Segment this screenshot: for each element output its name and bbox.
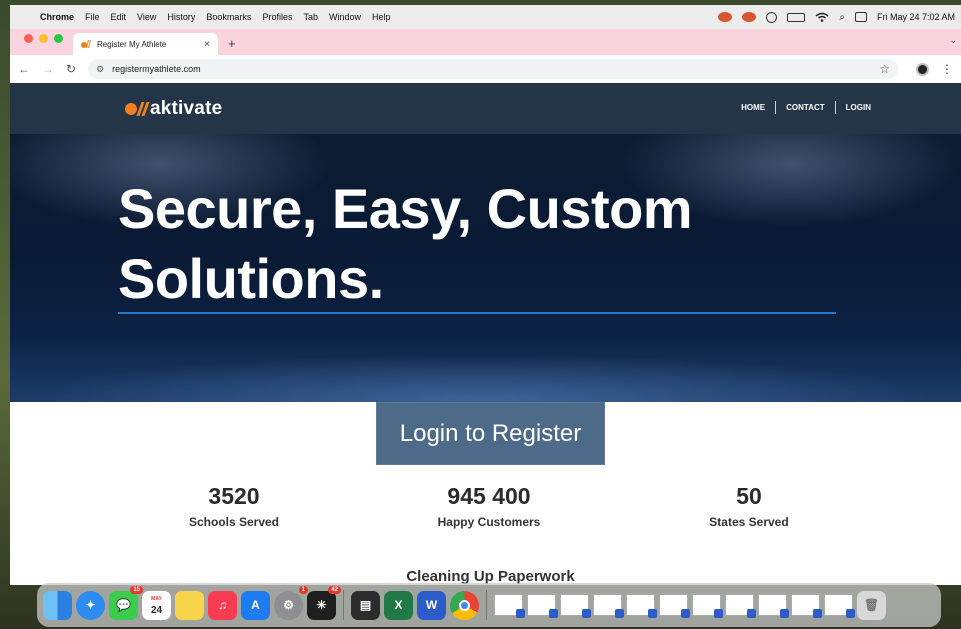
- wifi-icon[interactable]: [815, 12, 829, 22]
- document-icon[interactable]: [824, 594, 855, 618]
- battery-icon[interactable]: [787, 12, 806, 22]
- system-settings-icon[interactable]: ⚙ 1: [274, 585, 308, 620]
- site-settings-icon[interactable]: ⚙: [96, 64, 104, 75]
- site-header: aktivate HOME CONTACT LOGIN: [10, 83, 961, 134]
- bookmark-star-icon[interactable]: ☆: [879, 62, 890, 76]
- dock-divider: [343, 590, 344, 620]
- music-icon[interactable]: ♫: [208, 590, 237, 620]
- logo-text: aktivate: [150, 98, 223, 119]
- calendar-day: 24: [150, 605, 163, 616]
- menu-tab[interactable]: Tab: [303, 12, 318, 22]
- status-app-icon[interactable]: [718, 12, 733, 22]
- trash-icon[interactable]: 🗑: [857, 590, 886, 620]
- menu-file[interactable]: File: [85, 12, 100, 22]
- dock-divider: [486, 590, 487, 620]
- hero-title: Secure, Easy, Custom Solutions.: [118, 177, 693, 310]
- stat-customers: 945 400 Happy Customers: [389, 483, 589, 529]
- browser-window: Register My Athlete × + ⌄ ← → ↻ ⚙ regist…: [10, 29, 961, 585]
- menu-view[interactable]: View: [137, 12, 156, 22]
- login-to-register-button[interactable]: Login to Register: [376, 402, 605, 465]
- word-icon[interactable]: W: [417, 590, 446, 620]
- menu-bookmarks[interactable]: Bookmarks: [206, 12, 251, 22]
- stat-schools: 3520 Schools Served: [134, 483, 334, 529]
- forward-icon[interactable]: →: [42, 62, 54, 76]
- tab-close-icon[interactable]: ×: [204, 39, 210, 50]
- settings-badge: 1: [298, 585, 308, 594]
- chrome-menu-icon[interactable]: ⋮: [941, 62, 953, 76]
- address-bar[interactable]: ⚙ registermyathlete.com ☆: [88, 59, 898, 79]
- document-icon[interactable]: [494, 594, 525, 618]
- menu-profiles[interactable]: Profiles: [262, 12, 292, 22]
- mac-menu-bar: Chrome File Edit View History Bookmarks …: [10, 5, 961, 29]
- app-store-icon[interactable]: A: [241, 590, 270, 620]
- new-tab-button[interactable]: +: [228, 36, 236, 51]
- nav-home[interactable]: HOME: [741, 103, 765, 112]
- perplexity-badge: 42: [328, 585, 341, 594]
- tab-register-my-athlete[interactable]: Register My Athlete ×: [73, 33, 218, 55]
- zoom-window-button[interactable]: [54, 33, 63, 43]
- control-center-icon[interactable]: [854, 12, 867, 22]
- aktivate-favicon-icon: [81, 40, 91, 48]
- stat-value: 945 400: [447, 483, 531, 509]
- messages-badge: 15: [130, 585, 143, 594]
- mac-dock: ✦ 💬 15 MAY 24 ♫ A ⚙ 1 ✳ 42 ▤ X W 🗑: [37, 583, 941, 627]
- status-app-icon-2[interactable]: [742, 12, 757, 22]
- perplexity-icon[interactable]: ✳ 42: [307, 585, 341, 620]
- document-icon[interactable]: [560, 594, 591, 618]
- nav-divider: [834, 101, 836, 114]
- stat-value: 50: [736, 483, 762, 509]
- app-icon[interactable]: ▤: [351, 590, 380, 620]
- chrome-icon[interactable]: [450, 590, 479, 620]
- document-icon[interactable]: [626, 594, 657, 618]
- messages-icon[interactable]: 💬 15: [109, 585, 143, 620]
- window-controls: [10, 33, 73, 51]
- minimize-window-button[interactable]: [39, 33, 48, 43]
- profile-avatar[interactable]: [916, 62, 929, 76]
- hero-underline: [118, 312, 836, 314]
- menu-app-name[interactable]: Chrome: [40, 12, 74, 22]
- reload-icon[interactable]: ↻: [66, 62, 76, 76]
- hero-banner: Secure, Easy, Custom Solutions.: [10, 134, 961, 402]
- document-icon[interactable]: [692, 594, 723, 618]
- document-icon[interactable]: [593, 594, 624, 618]
- calendar-icon[interactable]: MAY 24: [142, 590, 171, 620]
- play-icon[interactable]: [766, 11, 778, 23]
- document-icon[interactable]: [758, 594, 789, 618]
- safari-icon[interactable]: ✦: [76, 590, 105, 620]
- menu-clock[interactable]: Fri May 24 7:02 AM: [877, 12, 955, 22]
- stat-label: Schools Served: [188, 515, 280, 529]
- menu-help[interactable]: Help: [372, 12, 391, 22]
- web-page: aktivate HOME CONTACT LOGIN Secure, Easy…: [10, 83, 961, 585]
- nav-divider: [775, 101, 777, 114]
- tab-search-chevron-icon[interactable]: ⌄: [949, 35, 957, 46]
- stat-value: 3520: [208, 483, 260, 509]
- excel-icon[interactable]: X: [384, 590, 413, 620]
- logo-bars-icon: [136, 102, 150, 116]
- document-icon[interactable]: [725, 594, 756, 618]
- back-icon[interactable]: ←: [18, 62, 30, 76]
- document-icon[interactable]: [659, 594, 690, 618]
- browser-toolbar: ← → ↻ ⚙ registermyathlete.com ☆ ⋮: [10, 55, 961, 83]
- aktivate-logo[interactable]: aktivate: [125, 98, 222, 120]
- stat-label: States Served: [709, 515, 789, 529]
- close-window-button[interactable]: [24, 33, 33, 43]
- nav-login[interactable]: LOGIN: [846, 103, 871, 112]
- notes-icon[interactable]: [175, 590, 204, 620]
- menu-window[interactable]: Window: [329, 12, 361, 22]
- site-nav: HOME CONTACT LOGIN: [741, 101, 871, 114]
- menu-edit[interactable]: Edit: [111, 12, 127, 22]
- document-icon[interactable]: [791, 594, 822, 618]
- finder-icon[interactable]: [43, 590, 72, 620]
- nav-contact[interactable]: CONTACT: [786, 103, 825, 112]
- tab-title: Register My Athlete: [97, 39, 167, 49]
- url-text[interactable]: registermyathlete.com: [112, 64, 201, 74]
- stat-label: Happy Customers: [437, 515, 541, 529]
- tab-strip: Register My Athlete × + ⌄: [10, 29, 961, 55]
- stat-states: 50 States Served: [649, 483, 849, 529]
- document-icon[interactable]: [527, 594, 558, 618]
- search-icon[interactable]: ⌕: [839, 12, 845, 23]
- menu-history[interactable]: History: [167, 12, 195, 22]
- calendar-month: MAY: [151, 596, 162, 602]
